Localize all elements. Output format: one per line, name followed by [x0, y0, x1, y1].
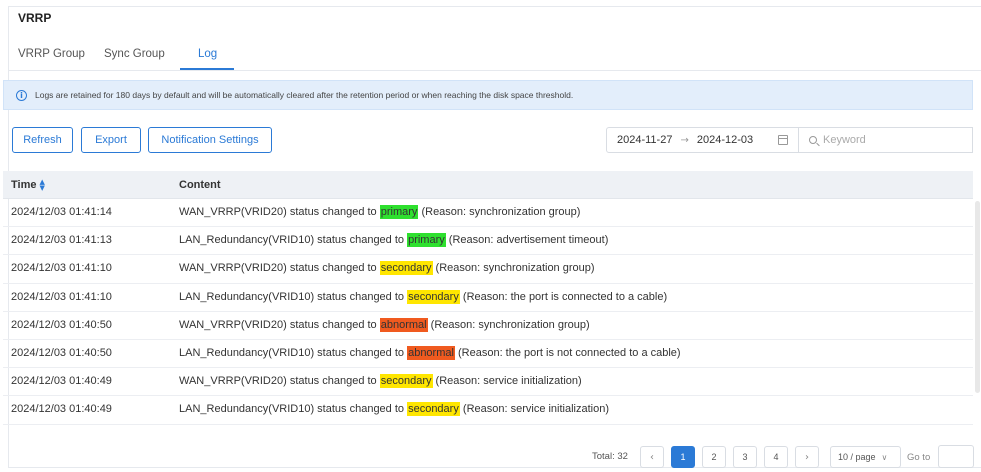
cell-time: 2024/12/03 01:41:10 — [11, 262, 112, 275]
chevron-down-icon: ∨ — [881, 452, 888, 462]
content-reason: (Reason: advertisement timeout) — [445, 234, 609, 247]
table-row: 2024/12/03 01:40:49 LAN_Redundancy(VRID10… — [3, 396, 973, 425]
status-badge: abnormal — [407, 345, 455, 360]
content-reason: (Reason: synchronization group) — [432, 262, 595, 275]
active-tab-indicator — [180, 68, 234, 70]
chevron-right-icon: › — [805, 451, 809, 463]
status-badge: secondary — [407, 289, 460, 304]
cell-content: LAN_Redundancy(VRID10) status changed to… — [179, 289, 668, 304]
column-header-time[interactable]: Time ▲ ▼ — [11, 179, 45, 192]
total-count: Total: 32 — [592, 451, 628, 462]
arrow-right-icon: → — [680, 134, 689, 146]
cell-content: WAN_VRRP(VRID20) status changed to abnor… — [179, 317, 590, 332]
info-icon: i — [16, 89, 27, 101]
prev-page-button[interactable]: ‹ — [640, 446, 664, 468]
table-row: 2024/12/03 01:41:14 WAN_VRRP(VRID20) stat… — [3, 199, 973, 228]
tab-bar: VRRP Group Sync Group Log — [9, 45, 981, 71]
chevron-left-icon: ‹ — [650, 451, 654, 463]
status-badge: primary — [407, 233, 446, 248]
search-placeholder: Keyword — [823, 134, 866, 146]
notice-text: Logs are retained for 180 days by defaul… — [35, 90, 574, 100]
notification-settings-button[interactable]: Notification Settings — [148, 127, 272, 153]
table-body: 2024/12/03 01:41:14 WAN_VRRP(VRID20) stat… — [3, 199, 973, 425]
cell-time: 2024/12/03 01:41:10 — [11, 290, 112, 303]
column-header-content: Content — [179, 179, 221, 191]
cell-time: 2024/12/03 01:40:50 — [11, 346, 112, 359]
content-prefix: WAN_VRRP(VRID20) status changed to — [179, 262, 380, 275]
status-badge: secondary — [379, 374, 433, 389]
table-row: 2024/12/03 01:41:10 WAN_VRRP(VRID20) stat… — [3, 255, 973, 284]
cell-time: 2024/12/03 01:40:49 — [11, 403, 112, 416]
keyword-search-input[interactable]: Keyword — [798, 127, 973, 153]
cell-content: WAN_VRRP(VRID20) status changed to prima… — [179, 205, 581, 219]
table-row: 2024/12/03 01:41:13 LAN_Redundancy(VRID10… — [3, 227, 973, 256]
content-prefix: LAN_Redundancy(VRID10) status changed to — [179, 346, 408, 359]
date-start[interactable]: 2024-11-27 — [617, 134, 672, 146]
table-row: 2024/12/03 01:40:50 WAN_VRRP(VRID20) stat… — [3, 312, 973, 340]
content-reason: (Reason: service initialization) — [459, 403, 610, 416]
status-badge: secondary — [379, 261, 433, 276]
content-reason: (Reason: synchronization group) — [418, 206, 581, 218]
next-page-button[interactable]: › — [795, 446, 819, 468]
status-badge: secondary — [407, 402, 460, 417]
cell-time: 2024/12/03 01:40:49 — [11, 375, 112, 388]
content-reason: (Reason: synchronization group) — [427, 318, 590, 331]
cell-content: LAN_Redundancy(VRID10) status changed to… — [179, 345, 681, 360]
tab-sync-group[interactable]: Sync Group — [104, 48, 165, 60]
content-prefix: LAN_Redundancy(VRID10) status changed to — [179, 234, 408, 247]
content-prefix: LAN_Redundancy(VRID10) status changed to — [179, 290, 408, 303]
cell-content: WAN_VRRP(VRID20) status changed to secon… — [179, 374, 582, 389]
sort-icon[interactable]: ▲ ▼ — [39, 179, 44, 192]
retention-notice: i Logs are retained for 180 days by defa… — [3, 80, 973, 110]
export-button[interactable]: Export — [81, 127, 141, 153]
page-title: VRRP — [18, 11, 52, 25]
date-end[interactable]: 2024-12-03 — [697, 134, 753, 146]
table-row: 2024/12/03 01:40:50 LAN_Redundancy(VRID10… — [3, 340, 973, 369]
content-reason: (Reason: the port is connected to a cabl… — [459, 290, 668, 303]
goto-page-input[interactable] — [938, 445, 974, 468]
cell-time: 2024/12/03 01:40:50 — [11, 318, 112, 331]
content-prefix: WAN_VRRP(VRID20) status changed to — [179, 206, 380, 218]
cell-content: LAN_Redundancy(VRID10) status changed to… — [179, 402, 610, 417]
date-range-picker[interactable]: 2024-11-27 → 2024-12-03 — [606, 127, 799, 153]
page-size-select[interactable]: 10 / page ∨ — [830, 446, 901, 468]
cell-content: LAN_Redundancy(VRID10) status changed to… — [179, 233, 609, 248]
refresh-button[interactable]: Refresh — [12, 127, 73, 153]
calendar-icon[interactable] — [778, 135, 788, 145]
content-prefix: LAN_Redundancy(VRID10) status changed to — [179, 403, 408, 416]
table-row: 2024/12/03 01:40:49 WAN_VRRP(VRID20) stat… — [3, 368, 973, 397]
status-badge: abnormal — [379, 317, 428, 332]
content-reason: (Reason: service initialization) — [432, 375, 582, 388]
page-button-1[interactable]: 1 — [671, 446, 695, 468]
goto-label: Go to — [907, 452, 931, 463]
page-button-4[interactable]: 4 — [764, 446, 788, 468]
status-badge: primary — [379, 205, 419, 219]
table-scrollbar[interactable] — [975, 201, 980, 393]
search-icon — [809, 136, 817, 144]
tab-log[interactable]: Log — [198, 48, 217, 60]
cell-time: 2024/12/03 01:41:13 — [11, 234, 112, 247]
content-reason: (Reason: the port is not connected to a … — [454, 346, 681, 359]
content-prefix: WAN_VRRP(VRID20) status changed to — [179, 375, 380, 388]
page-size-value: 10 / page — [838, 452, 876, 462]
table-header: Time ▲ ▼ Content — [3, 171, 973, 199]
page-button-3[interactable]: 3 — [733, 446, 757, 468]
cell-content: WAN_VRRP(VRID20) status changed to secon… — [179, 261, 595, 276]
content-prefix: WAN_VRRP(VRID20) status changed to — [179, 318, 380, 331]
tab-vrrp-group[interactable]: VRRP Group — [18, 48, 85, 60]
table-row: 2024/12/03 01:41:10 LAN_Redundancy(VRID10… — [3, 284, 973, 312]
page-button-2[interactable]: 2 — [702, 446, 726, 468]
log-table: Time ▲ ▼ Content 2024/12/03 01:41:14 WAN_VR… — [3, 171, 973, 425]
cell-time: 2024/12/03 01:41:14 — [11, 206, 112, 218]
